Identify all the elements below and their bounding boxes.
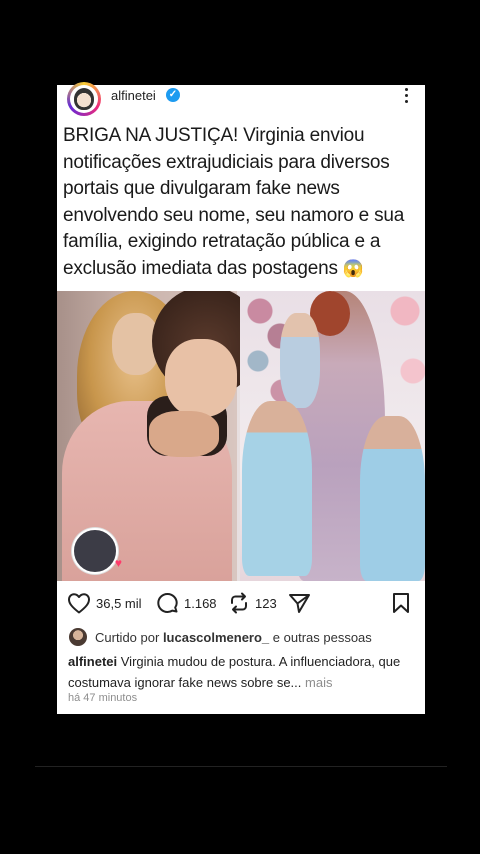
post-header: alfinetei ✓ xyxy=(57,82,425,116)
caption-text: Virginia mudou de postura. A influenciad… xyxy=(68,654,401,690)
username-link[interactable]: alfinetei xyxy=(111,88,156,103)
post-headline: BRIGA NA JUSTIÇA! Virginia enviou notifi… xyxy=(63,123,425,283)
repost-count: 123 xyxy=(255,595,277,611)
post-card: alfinetei ✓ BRIGA NA JUSTIÇA! Virginia e… xyxy=(57,82,425,714)
liked-by-prefix: Curtido por xyxy=(95,629,160,645)
liked-by-row[interactable]: Curtido por lucascolmenero_ e outras pes… xyxy=(69,628,419,646)
post-timestamp: há 47 minutos xyxy=(68,692,138,704)
repost-button[interactable]: 123 xyxy=(228,591,277,615)
more-options-icon[interactable] xyxy=(401,85,411,107)
share-button[interactable] xyxy=(288,591,311,615)
shocked-emoji-icon: 😱 xyxy=(342,258,364,278)
right-photo-panel xyxy=(240,291,425,581)
heart-icon xyxy=(68,593,90,614)
comment-count: 1.168 xyxy=(184,595,217,611)
divider xyxy=(35,766,447,767)
liked-by-user[interactable]: lucascolmenero_ xyxy=(163,630,269,645)
like-button[interactable]: 36,5 mil xyxy=(67,591,142,615)
post-caption: alfinetei Virginia mudou de postura. A i… xyxy=(68,651,420,693)
save-button[interactable] xyxy=(391,591,411,615)
caption-more-link[interactable]: mais xyxy=(305,675,332,690)
headline-text: BRIGA NA JUSTIÇA! Virginia enviou notifi… xyxy=(63,125,405,279)
heart-sticker-icon: ♥ xyxy=(114,556,122,570)
story-avatar[interactable]: ♥ xyxy=(72,528,122,574)
repost-icon xyxy=(231,592,247,614)
bookmark-icon xyxy=(393,593,409,613)
caption-username[interactable]: alfinetei xyxy=(68,654,117,669)
liker-avatar xyxy=(69,628,87,646)
post-image[interactable]: ♥ xyxy=(57,291,425,581)
profile-avatar[interactable] xyxy=(67,82,101,116)
liked-by-suffix: e outras pessoas xyxy=(272,629,372,645)
action-bar: 36,5 mil 1.168 123 xyxy=(57,591,425,615)
comment-button[interactable]: 1.168 xyxy=(156,591,217,615)
comment-icon xyxy=(157,592,178,613)
verified-badge-icon: ✓ xyxy=(166,88,180,102)
send-icon xyxy=(289,594,310,613)
like-count: 36,5 mil xyxy=(96,595,142,611)
